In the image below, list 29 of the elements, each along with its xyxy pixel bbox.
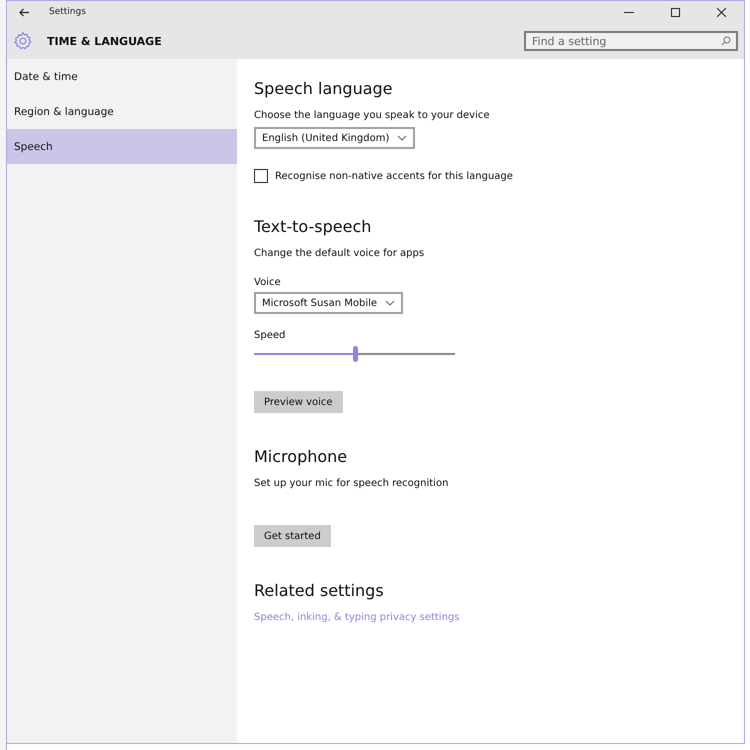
section-heading: Related settings [254, 581, 385, 600]
chevron-down-icon [385, 300, 396, 306]
voice-dropdown[interactable]: Microsoft Susan Mobile [254, 292, 404, 314]
get-started-button[interactable]: Get started [254, 525, 331, 547]
sidebar-item[interactable]: Speech [7, 129, 237, 164]
description-text: Set up your mic for speech recognition [254, 478, 450, 489]
page-title: TIME & LANGUAGE [47, 34, 163, 48]
checkbox[interactable] [254, 169, 268, 183]
field-label: Voice [254, 277, 282, 288]
section-heading: Speech language [254, 79, 394, 98]
settings-icon [13, 31, 33, 51]
back-arrow-icon [18, 8, 30, 16]
checkbox-label: Recognise non-native accents for this language [275, 170, 513, 182]
close-icon [716, 8, 726, 16]
preview-voice-button[interactable]: Preview voice [254, 391, 343, 413]
sidebar-item[interactable]: Region & language [7, 94, 237, 129]
maximize-icon [670, 8, 680, 16]
section-heading: Text-to-speech [254, 217, 372, 236]
description-text: Change the default voice for apps [254, 248, 426, 259]
search-icon [721, 36, 731, 46]
window-title: Settings [49, 7, 87, 17]
section-heading: Microphone [254, 447, 348, 466]
sidebar-item[interactable]: Date & time [7, 59, 237, 94]
chevron-down-icon [397, 135, 408, 141]
slider-thumb[interactable] [352, 346, 358, 362]
field-label: Speed [254, 330, 286, 341]
description-text: Choose the language you speak to your device [254, 110, 491, 121]
language-dropdown[interactable]: English (United Kingdom) [254, 127, 416, 149]
search-field[interactable]: Find a setting [524, 31, 738, 51]
